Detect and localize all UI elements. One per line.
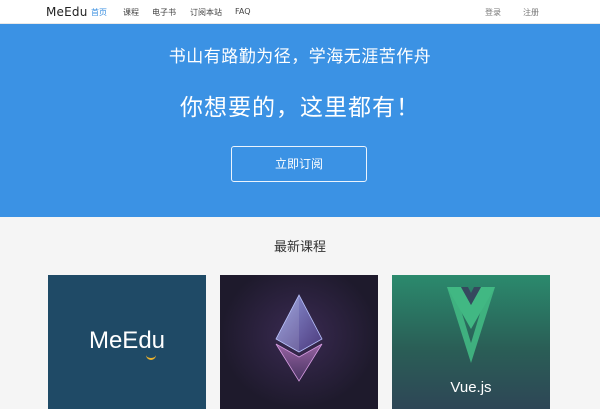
section-title-latest-courses: 最新课程	[273, 240, 326, 255]
nav-item-courses[interactable]: 课程	[123, 7, 139, 18]
course-card-meedu[interactable]: MeEdu	[48, 275, 206, 409]
register-link[interactable]: 注册	[523, 7, 539, 18]
nav-item-subscribe[interactable]: 订阅本站	[190, 7, 222, 18]
course-card-ethereum[interactable]	[220, 275, 378, 409]
meedu-logo-icon: MeEdu	[88, 327, 166, 354]
hero-subtitle: 书山有路勤为径，学海无涯苦作舟	[168, 47, 432, 67]
meedu-swoosh-icon	[146, 355, 156, 360]
top-nav: MeEdu 首页 课程 电子书 订阅本站 FAQ 登录 注册	[0, 0, 600, 24]
vuejs-label: Vue.js	[450, 379, 492, 396]
brand-logo[interactable]: MeEdu	[46, 5, 88, 19]
login-link[interactable]: 登录	[485, 7, 501, 18]
nav-item-ebooks[interactable]: 电子书	[152, 7, 176, 18]
hero-title: 你想要的，这里都有！	[180, 95, 420, 121]
ethereum-icon	[275, 294, 323, 382]
nav-item-home[interactable]: 首页	[91, 7, 107, 18]
course-card-vuejs[interactable]: Vue.js	[392, 275, 550, 409]
nav-item-faq[interactable]: FAQ	[235, 7, 251, 16]
hero-banner: 书山有路勤为径，学海无涯苦作舟 你想要的，这里都有！ 立即订阅	[0, 24, 600, 217]
subscribe-button[interactable]: 立即订阅	[231, 146, 367, 182]
